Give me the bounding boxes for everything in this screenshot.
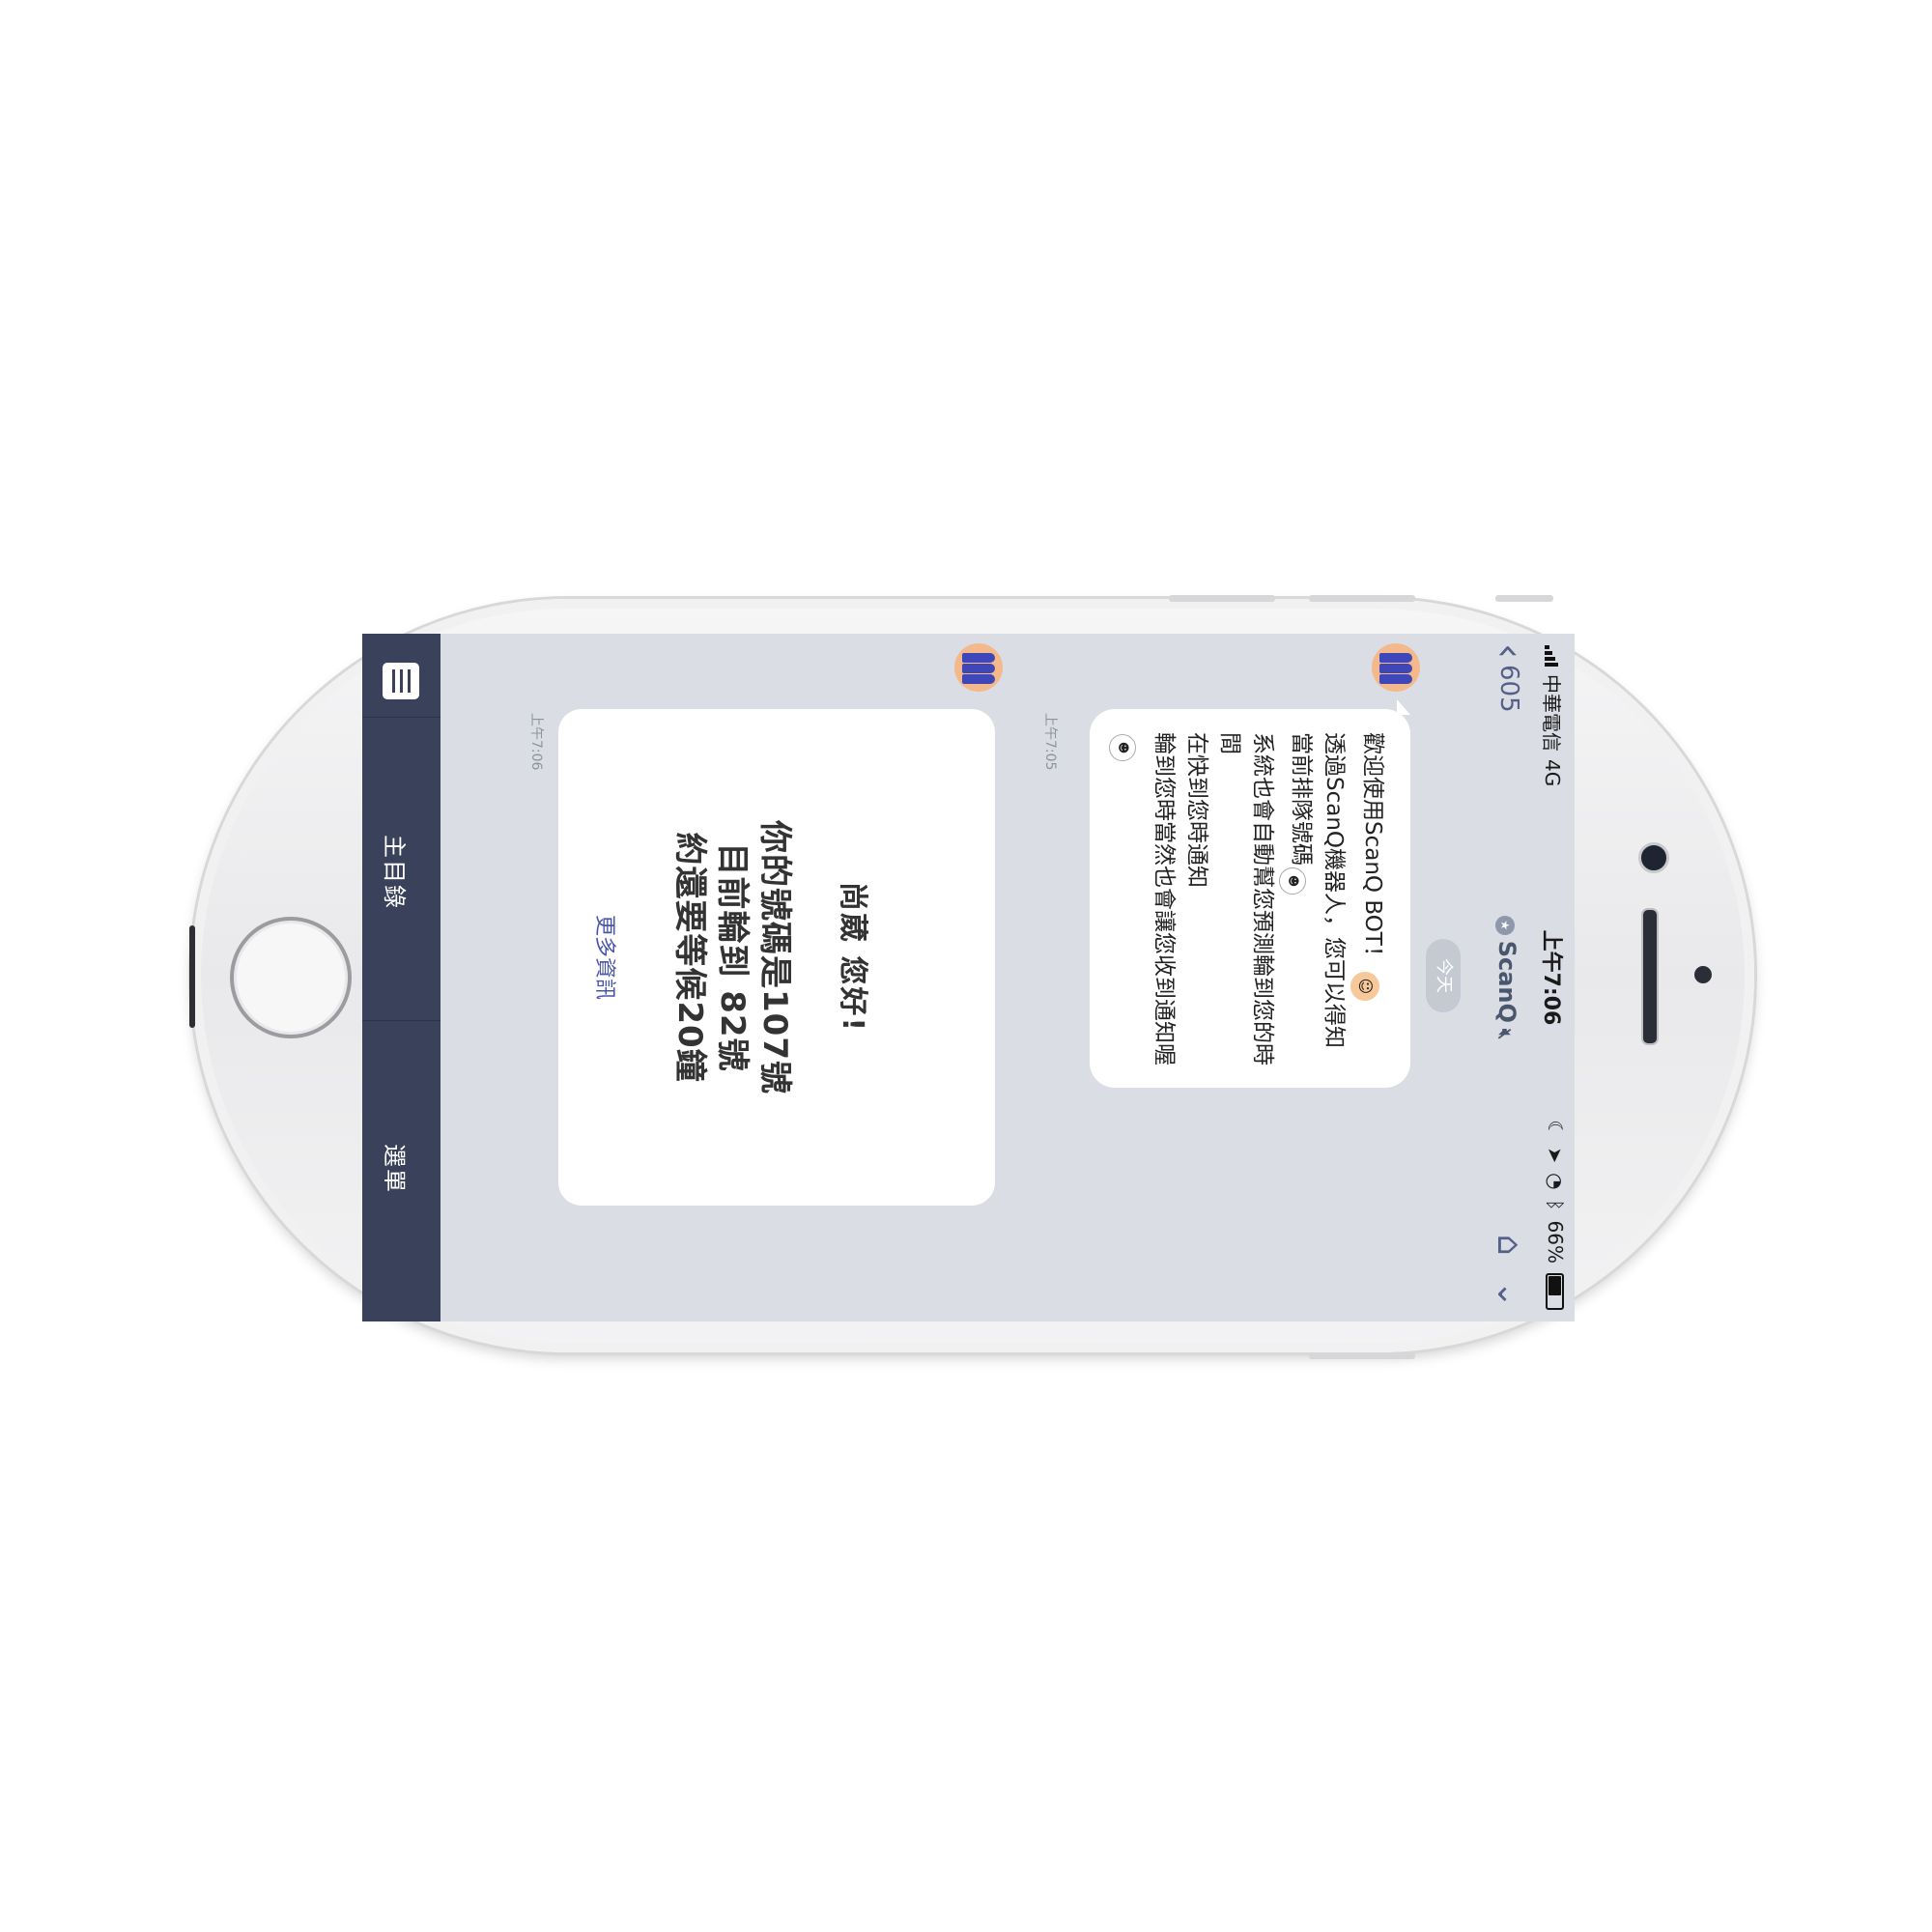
moon-icon: ☾	[1544, 1120, 1567, 1138]
silent-switch	[1495, 595, 1553, 602]
battery-icon	[1546, 1273, 1565, 1310]
chat-title-text: ScanQ	[1493, 940, 1520, 1023]
proximity-sensor	[1694, 966, 1712, 983]
mute-icon: 🔇︎	[1494, 1028, 1515, 1040]
earpiece-speaker	[1641, 908, 1659, 1045]
front-camera	[1638, 842, 1669, 873]
more-info-link[interactable]: 更多資訊	[591, 709, 622, 1206]
queue-status-card: 尚葳 您好! 你的號碼是107號 目前輪到 82號 約還要等候20鐘 更多資訊	[558, 709, 995, 1206]
menu-divider	[362, 1020, 440, 1021]
message-timestamp: 上午7:05	[1042, 713, 1058, 771]
official-account-icon: ★	[1495, 915, 1515, 935]
message-line: 透過ScanQ機器人，您可以得知當前排隊號碼☻	[1279, 732, 1350, 1066]
volume-button	[1169, 595, 1275, 602]
message-line: 歡迎使用ScanQ BOT！☺	[1350, 732, 1389, 1066]
menu-item-menu[interactable]: 選單	[380, 1144, 413, 1194]
home-button[interactable]	[230, 917, 352, 1038]
card-greeting: 尚葳 您好!	[836, 881, 869, 1034]
date-divider: 今天	[1426, 939, 1461, 1012]
message-line: 在快到您時通知	[1184, 732, 1209, 888]
chevron-down-icon[interactable]: ⌄	[1490, 1281, 1528, 1309]
card-timestamp: 上午7:06	[528, 713, 544, 771]
bot-avatar[interactable]	[1372, 643, 1420, 692]
menu-item-main[interactable]: 主目錄	[380, 835, 413, 910]
menu-divider	[362, 717, 440, 718]
rich-menu-bar: 主目錄 選單	[362, 634, 440, 1321]
chat-header: ‹ 605 ★ScanQ🔇︎ ⌂ ⌄	[1478, 634, 1536, 1321]
battery-fill	[1548, 1276, 1562, 1295]
status-right: ☾ ➤ ◔ ᛒ 66%	[1544, 1120, 1567, 1310]
message-line: 輪到您時當然也會讓您收到通知喔☻	[1109, 732, 1180, 1066]
card-wait-time: 約還要等候20鐘	[670, 832, 709, 1083]
battery-percent: 66%	[1544, 1220, 1567, 1264]
sticker-emoji-icon: ☻	[1279, 867, 1306, 895]
location-icon: ➤	[1544, 1147, 1567, 1164]
keyboard-icon[interactable]	[383, 663, 419, 699]
power-button	[1309, 1352, 1415, 1359]
side-switch	[189, 925, 195, 1028]
chat-title: ★ ScanQ 🔇︎	[1493, 634, 1520, 1321]
status-bar: 中華電信 4G 上午7:06 ☾ ➤ ◔ ᛒ 66%	[1536, 634, 1575, 1321]
header-actions: ⌂ ⌄	[1490, 1235, 1528, 1308]
message-line: 系統也會自動幫您預測輪到您的時間	[1217, 732, 1275, 1065]
alarm-icon: ◔	[1544, 1173, 1567, 1190]
bunny-emoji-icon: ☻	[1109, 734, 1136, 761]
card-current-number: 目前輪到 82號	[713, 842, 752, 1072]
card-ticket-number: 你的號碼是107號	[755, 820, 794, 1094]
bot-avatar[interactable]	[954, 643, 1003, 692]
smile-emoji-icon: ☺	[1350, 971, 1379, 1001]
volume-button	[1309, 595, 1415, 602]
phone-screen: 中華電信 4G 上午7:06 ☾ ➤ ◔ ᛒ 66% ‹ 605 ★ScanQ🔇…	[362, 634, 1575, 1321]
bluetooth-icon: ᛒ	[1544, 1199, 1567, 1211]
home-icon[interactable]: ⌂	[1490, 1235, 1528, 1256]
message-bubble: 歡迎使用ScanQ BOT！☺ 透過ScanQ機器人，您可以得知當前排隊號碼☻ …	[1090, 699, 1410, 1088]
